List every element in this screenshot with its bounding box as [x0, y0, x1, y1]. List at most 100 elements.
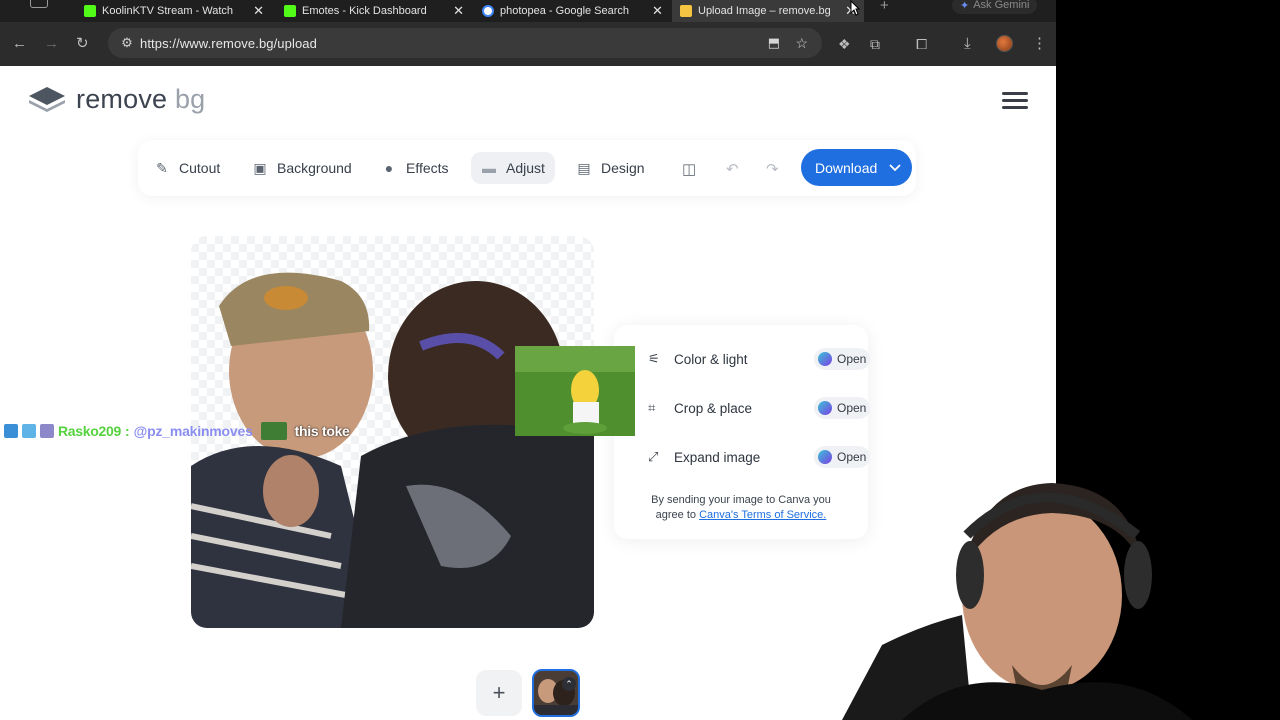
logo-light: bg	[174, 84, 206, 114]
redo-icon[interactable]: ↷	[766, 160, 779, 178]
open-button[interactable]: Open	[814, 446, 870, 468]
canva-icon	[818, 401, 832, 415]
site-info-icon[interactable]: ⚙	[116, 35, 138, 51]
reload-icon[interactable]: ↻	[76, 22, 89, 66]
tab-emotes[interactable]: Emotes - Kick Dashboard ✕	[284, 0, 464, 22]
ask-gemini-label: Ask Gemini	[973, 0, 1030, 11]
open-label: Open	[837, 450, 867, 464]
stream-chat-message: Rasko209 : @pz_makinmoves this toke	[4, 422, 350, 440]
logo-layers-icon	[29, 86, 65, 112]
browser-toolbar: ← → ↻ ⚙ https://www.remove.bg/upload ⬒ ☆…	[0, 22, 1056, 66]
close-tab-icon[interactable]: ✕	[652, 3, 663, 19]
kick-favicon-icon	[284, 5, 296, 17]
cutout-label: Cutout	[179, 160, 221, 176]
back-icon[interactable]: ←	[12, 22, 27, 66]
tabbar-overflow-area	[1056, 0, 1280, 22]
streamer-webcam	[842, 483, 1192, 720]
compare-icon[interactable]: ◫	[682, 160, 696, 178]
plus-icon: +	[492, 680, 506, 705]
removebg-favicon-icon	[680, 5, 692, 17]
new-tab-button[interactable]: +	[880, 0, 889, 14]
image-icon: ▣	[253, 159, 267, 176]
tab-strip: KoolinKTV Stream - Watch ✕ Emotes - Kick…	[0, 0, 1056, 22]
tab-title: Emotes - Kick Dashboard	[302, 5, 427, 17]
address-bar[interactable]: ⚙ https://www.remove.bg/upload ⬒ ☆	[108, 28, 822, 58]
chat-badge-icon	[22, 424, 36, 438]
editor-toolbar: ✎ Cutout ▣ Background ● Effects ▬ Adjust…	[138, 140, 916, 196]
chevron-down-icon	[889, 163, 901, 171]
canva-icon	[818, 352, 832, 366]
google-favicon-icon	[482, 5, 494, 17]
tab-search-icon[interactable]: ⧠	[916, 22, 927, 66]
site-logo[interactable]: remove bg	[28, 84, 205, 115]
adjust-icon: ▬	[482, 160, 496, 176]
image-thumbnail[interactable]: ⌃	[532, 669, 580, 717]
tab-title: Upload Image – remove.bg	[698, 5, 831, 17]
open-button[interactable]: Open	[814, 397, 870, 419]
tab-koolinktv[interactable]: KoolinKTV Stream - Watch ✕	[84, 0, 264, 22]
expand-image-label: Expand image	[674, 449, 761, 465]
close-tab-icon[interactable]: ✕	[253, 3, 264, 19]
download-button[interactable]: Download	[801, 149, 912, 186]
downloads-icon[interactable]: ⤓	[964, 22, 971, 66]
background-label: Background	[277, 160, 352, 176]
chat-badge-icon	[40, 424, 54, 438]
menu-kebab-icon[interactable]: ⋮	[1032, 22, 1047, 66]
background-button[interactable]: ▣ Background	[242, 152, 362, 184]
chat-message-text: this toke	[294, 423, 350, 439]
extension-puzzle-icon[interactable]: ❖	[838, 22, 851, 66]
effects-button[interactable]: ● Effects	[371, 152, 459, 184]
url-text[interactable]: https://www.remove.bg/upload	[140, 36, 317, 51]
tab-title: KoolinKTV Stream - Watch	[102, 5, 234, 17]
chat-badge-icon	[4, 424, 18, 438]
hamburger-menu-icon[interactable]	[1002, 92, 1028, 110]
design-icon: ▤	[577, 159, 591, 176]
chevron-up-icon[interactable]: ⌃	[562, 677, 576, 691]
open-label: Open	[837, 401, 867, 415]
undo-icon[interactable]: ↶	[726, 160, 739, 178]
adjust-button[interactable]: ▬ Adjust	[471, 152, 555, 184]
profile-avatar[interactable]	[996, 35, 1013, 52]
canva-icon	[818, 450, 832, 464]
effects-icon: ●	[384, 160, 394, 176]
gemini-icon: ✦	[960, 0, 970, 12]
install-app-icon[interactable]: ⬒	[768, 35, 780, 51]
mouse-cursor-icon	[850, 0, 860, 16]
logo-text: remove bg	[76, 84, 205, 115]
terms-link[interactable]: Canva's Terms of Service.	[699, 509, 826, 521]
open-button[interactable]: Open	[814, 348, 870, 370]
color-light-label: Color & light	[674, 351, 748, 367]
tab-remove-bg[interactable]: Upload Image – remove.bg ✕	[672, 0, 864, 22]
sliders-icon: ⚟	[648, 351, 660, 366]
tab-title: photopea - Google Search	[500, 5, 630, 17]
close-tab-icon[interactable]: ✕	[453, 3, 464, 19]
crop-icon: ⌗	[648, 400, 656, 415]
expand-icon: ⤢	[648, 449, 659, 464]
kick-favicon-icon	[84, 5, 96, 17]
tab-search-icon[interactable]	[30, 0, 48, 8]
cutout-button[interactable]: ✎ Cutout	[144, 152, 230, 184]
bookmark-star-icon[interactable]: ☆	[795, 35, 808, 52]
ask-gemini-button[interactable]: ✦ Ask Gemini	[952, 0, 1038, 14]
screen: KoolinKTV Stream - Watch ✕ Emotes - Kick…	[0, 0, 1280, 720]
open-label: Open	[837, 352, 867, 366]
brush-icon: ✎	[156, 159, 168, 176]
tab-photopea-search[interactable]: photopea - Google Search ✕	[482, 0, 664, 22]
extensions-icon[interactable]: ⧉	[870, 22, 880, 66]
effects-label: Effects	[406, 160, 449, 176]
terms-notice: By sending your image to Canva you agree…	[636, 493, 846, 523]
chat-username: Rasko209	[58, 423, 121, 439]
adjust-label: Adjust	[506, 160, 545, 176]
homer-gif-overlay	[515, 346, 635, 436]
add-image-button[interactable]: +	[476, 670, 522, 716]
design-label: Design	[601, 160, 645, 176]
crop-place-label: Crop & place	[674, 400, 753, 416]
chat-separator: :	[124, 423, 130, 439]
chat-mention: @pz_makinmoves	[133, 423, 253, 439]
forward-icon[interactable]: →	[44, 22, 59, 66]
download-label: Download	[815, 159, 878, 176]
design-button[interactable]: ▤ Design	[566, 152, 655, 184]
chat-emote-icon	[260, 422, 287, 440]
adjust-panel: ⚟ Color & light Open ⌗ Crop & place Open…	[614, 325, 870, 539]
logo-bold: remove	[76, 84, 168, 114]
